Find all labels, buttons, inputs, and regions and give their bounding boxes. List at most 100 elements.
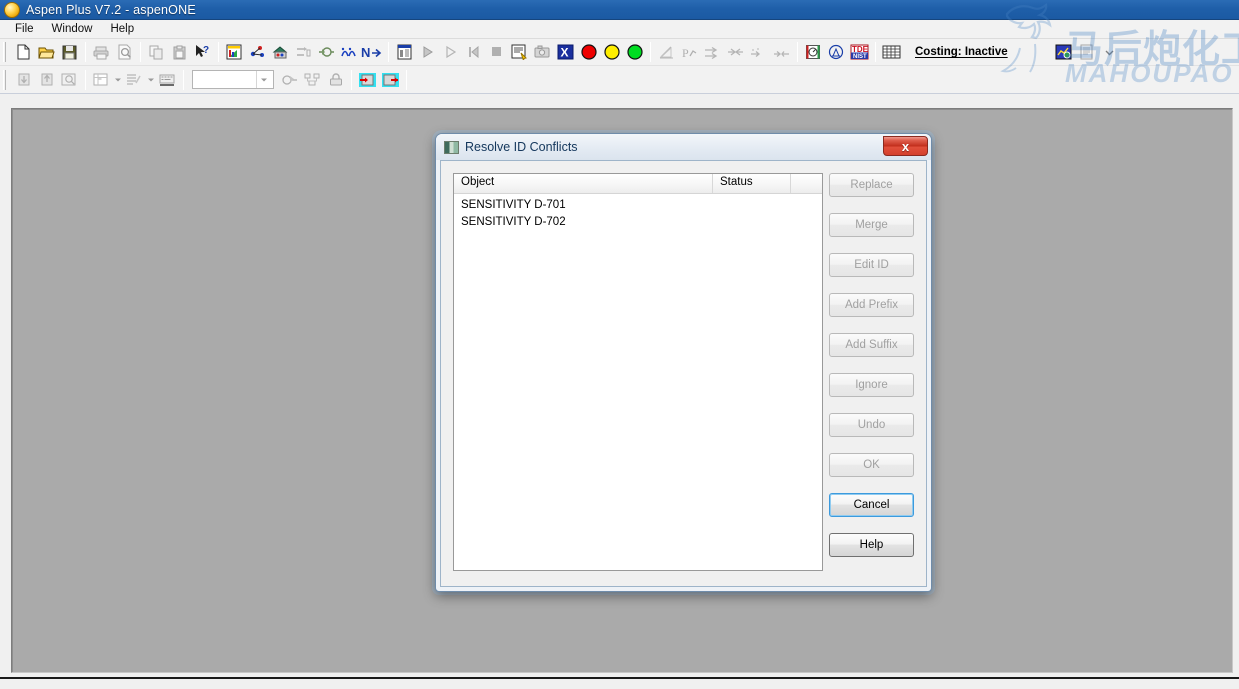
menu-file[interactable]: File — [6, 22, 43, 36]
next-step-icon[interactable]: N — [361, 41, 384, 63]
data-browser-icon[interactable] — [223, 41, 246, 63]
dialog-button-column: Replace Merge Edit ID Add Prefix Add Suf… — [829, 173, 914, 557]
grid-icon[interactable] — [880, 41, 903, 63]
ignore-button[interactable]: Ignore — [829, 373, 914, 397]
toolbar-separator — [85, 69, 86, 90]
stream-left-icon[interactable] — [356, 69, 379, 91]
merge-button[interactable]: Merge — [829, 213, 914, 237]
save-icon[interactable] — [58, 41, 81, 63]
edit-id-button[interactable]: Edit ID — [829, 253, 914, 277]
results-icon[interactable] — [508, 41, 531, 63]
stream-right-icon[interactable] — [379, 69, 402, 91]
keyboard-icon — [156, 69, 179, 91]
listview-body: SENSITIVITY D-701 SENSITIVITY D-702 — [454, 194, 822, 230]
excel-export-icon[interactable]: X — [554, 41, 577, 63]
step-icon — [439, 41, 462, 63]
window-titlebar: Aspen Plus V7.2 - aspenONE — [0, 0, 1239, 20]
column-header-extra[interactable] — [791, 174, 822, 193]
application-window: Aspen Plus V7.2 - aspenONE File Window H… — [0, 0, 1239, 689]
toolbar-grip[interactable] — [3, 69, 10, 90]
svg-text:N: N — [361, 45, 370, 60]
sensitivity-plot-icon — [770, 41, 793, 63]
pressure-curve-icon: P — [678, 41, 701, 63]
dialog-title: Resolve ID Conflicts — [465, 140, 578, 154]
stream-table-icon — [701, 41, 724, 63]
conflicts-listview[interactable]: Object Status SENSITIVITY D-701 SENSITIV… — [453, 173, 823, 571]
lock-icon — [324, 69, 347, 91]
export-icon — [35, 69, 58, 91]
table-row[interactable]: SENSITIVITY D-702 — [454, 213, 822, 230]
print-icon — [90, 41, 113, 63]
analysis-icon[interactable] — [802, 41, 825, 63]
chevron-down-icon[interactable] — [1098, 41, 1121, 63]
toolbar-grip[interactable] — [3, 42, 10, 62]
heat-curve-icon — [724, 41, 747, 63]
help-pointer-icon[interactable]: ? — [191, 41, 214, 63]
toolbar-separator — [875, 42, 876, 62]
plot-wizard-icon — [655, 41, 678, 63]
undo-button[interactable]: Undo — [829, 413, 914, 437]
menu-help[interactable]: Help — [101, 22, 143, 36]
toolbar-separator — [140, 42, 141, 62]
stream-summary-icon — [292, 41, 315, 63]
cancel-button[interactable]: Cancel — [829, 493, 914, 517]
add-suffix-button[interactable]: Add Suffix — [829, 333, 914, 357]
toolbar-separator — [797, 42, 798, 62]
toolbar-separator — [183, 69, 184, 90]
reconcile-streams-icon — [315, 41, 338, 63]
flowsheet-section-combo[interactable] — [192, 70, 274, 89]
dialog-titlebar: Resolve ID Conflicts x — [436, 134, 931, 160]
tde-icon[interactable] — [825, 41, 848, 63]
costing-icon[interactable] — [1052, 41, 1075, 63]
menu-window[interactable]: Window — [43, 22, 102, 36]
reinitialize-icon — [462, 41, 485, 63]
toolbar-primary: ? N X P TDE NIST Costing: Inactive — [0, 39, 1239, 66]
toolbar-separator — [388, 42, 389, 62]
menubar: File Window Help — [0, 20, 1239, 39]
replace-button[interactable]: Replace — [829, 173, 914, 197]
tde-nist-icon[interactable]: TDE NIST — [848, 41, 871, 63]
property-sets-icon[interactable] — [246, 41, 269, 63]
import-icon — [12, 69, 35, 91]
close-icon[interactable]: x — [883, 136, 928, 156]
table-format-icon — [90, 69, 113, 91]
toolbar-secondary — [0, 66, 1239, 94]
toolbar-separator — [351, 69, 352, 90]
column-header-status[interactable]: Status — [713, 174, 791, 193]
input-summary-icon[interactable] — [393, 41, 416, 63]
chevron-down-icon[interactable] — [256, 71, 271, 88]
stop-icon — [485, 41, 508, 63]
chevron-down-icon — [113, 69, 123, 91]
model-library-icon[interactable] — [269, 41, 292, 63]
run-icon — [416, 41, 439, 63]
status-red-icon[interactable] — [577, 41, 600, 63]
window-bottom-strip — [0, 677, 1239, 689]
costing-status-label: Costing: Inactive — [915, 46, 1008, 58]
aspen-orb-icon — [4, 1, 20, 18]
open-folder-icon[interactable] — [35, 41, 58, 63]
toolbar-separator — [406, 69, 407, 90]
table-row[interactable]: SENSITIVITY D-701 — [454, 196, 822, 213]
status-yellow-icon[interactable] — [600, 41, 623, 63]
print-preview-icon — [113, 41, 136, 63]
resolve-conflicts-icon — [444, 140, 459, 154]
listview-header: Object Status — [454, 174, 822, 194]
cell-object: SENSITIVITY D-701 — [461, 198, 566, 211]
copy-icon — [145, 41, 168, 63]
resolve-id-conflicts-dialog: Resolve ID Conflicts x Object Status SEN… — [435, 133, 932, 592]
new-icon[interactable] — [12, 41, 35, 63]
svg-text:NIST: NIST — [853, 54, 867, 60]
svg-text:P: P — [682, 46, 689, 60]
add-prefix-button[interactable]: Add Prefix — [829, 293, 914, 317]
help-button[interactable]: Help — [829, 533, 914, 557]
column-header-object[interactable]: Object — [454, 174, 713, 193]
toolbar-separator — [218, 42, 219, 62]
svg-text:X: X — [561, 46, 569, 60]
flowsheet-scope-icon — [278, 69, 301, 91]
status-green-icon[interactable] — [623, 41, 646, 63]
camera-icon — [531, 41, 554, 63]
ok-button[interactable]: OK — [829, 453, 914, 477]
window-title: Aspen Plus V7.2 - aspenONE — [26, 2, 196, 17]
cell-object: SENSITIVITY D-702 — [461, 215, 566, 228]
report-icon — [1075, 41, 1098, 63]
